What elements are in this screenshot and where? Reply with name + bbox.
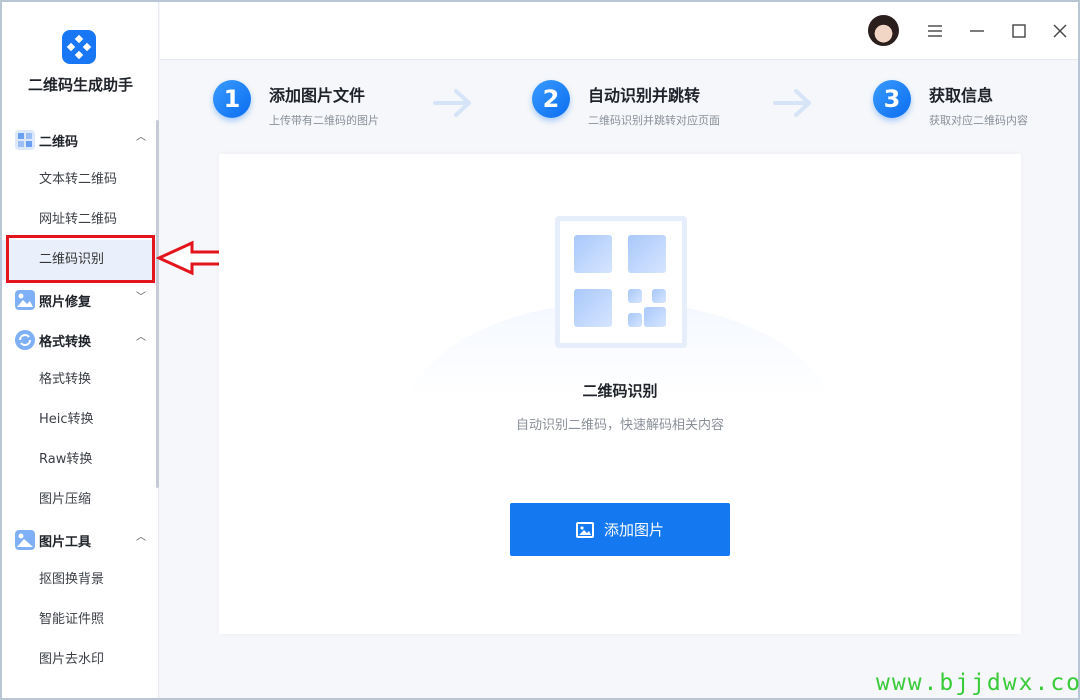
app-logo-icon (62, 30, 96, 64)
step-2: 2 自动识别并跳转 二维码识别并跳转对应页面 (532, 80, 720, 127)
add-image-button[interactable]: 添加图片 (510, 503, 730, 556)
menu-icon[interactable] (924, 20, 946, 42)
upload-card: 二维码识别 自动识别二维码，快速解码相关内容 添加图片 (219, 154, 1021, 634)
chevron-up-icon[interactable]: ︿ (136, 133, 146, 143)
step-title: 自动识别并跳转 (588, 86, 701, 105)
app-window: 二维码生成助手 二维码 ︿ 文本转二维码 网址转二维码 二维码识别 照片修复 ﹀… (2, 2, 1078, 698)
photo-repair-icon (15, 290, 35, 310)
minimize-icon[interactable] (966, 20, 988, 42)
user-avatar[interactable] (868, 15, 899, 46)
qrcode-icon (15, 130, 35, 150)
sidebar-group-label: 图片工具 (39, 534, 92, 550)
sidebar-item-raw-convert[interactable]: Raw转换 (2, 440, 159, 480)
chevron-up-icon[interactable]: ︿ (136, 533, 146, 543)
sidebar-scrollbar[interactable] (156, 120, 159, 488)
step-subtitle: 获取对应二维码内容 (929, 114, 1028, 127)
add-image-button-label: 添加图片 (603, 521, 664, 539)
sidebar-group-image-tools[interactable]: 图片工具 ︿ (2, 520, 159, 560)
sidebar-group-label: 二维码 (39, 134, 79, 150)
chevron-down-icon[interactable]: ﹀ (136, 293, 146, 303)
chevron-up-icon[interactable]: ︿ (136, 333, 146, 343)
annotation-highlight-box (6, 235, 155, 283)
sidebar-nav: 二维码 ︿ 文本转二维码 网址转二维码 二维码识别 照片修复 ﹀ 格式转换 ︿ … (2, 120, 159, 680)
close-icon[interactable] (1049, 20, 1071, 42)
refresh-icon (15, 330, 35, 350)
sidebar-group-label: 格式转换 (39, 334, 92, 350)
sidebar-item-text-to-qrcode[interactable]: 文本转二维码 (2, 160, 159, 200)
sidebar-group-photo-repair[interactable]: 照片修复 ﹀ (2, 280, 159, 320)
maximize-icon[interactable] (1008, 20, 1030, 42)
sidebar-item-cutout-background[interactable]: 抠图换背景 (2, 560, 159, 600)
sidebar-item-heic-convert[interactable]: Heic转换 (2, 400, 159, 440)
step-number: 3 (873, 80, 911, 118)
step-title: 添加图片文件 (269, 86, 366, 105)
sidebar-group-qrcode[interactable]: 二维码 ︿ (2, 120, 159, 160)
step-1: 1 添加图片文件 上传带有二维码的图片 (213, 80, 379, 127)
card-title: 二维码识别 (582, 382, 658, 400)
step-title: 获取信息 (929, 86, 994, 105)
sidebar-group-label: 照片修复 (39, 294, 92, 310)
sidebar-item-image-compress[interactable]: 图片压缩 (2, 480, 159, 520)
steps-bar: 1 添加图片文件 上传带有二维码的图片 2 自动识别并跳转 二维码识别并跳转对应… (160, 60, 1078, 144)
step-subtitle: 上传带有二维码的图片 (269, 114, 379, 127)
watermark-text: www.bjjdwx.com (876, 670, 1080, 696)
image-icon (575, 521, 594, 538)
qrcode-illustration-icon (555, 216, 687, 348)
arrow-right-icon (433, 89, 471, 117)
step-3: 3 获取信息 获取对应二维码内容 (873, 80, 1028, 127)
sidebar-item-format-convert[interactable]: 格式转换 (2, 360, 159, 400)
sidebar-item-remove-watermark[interactable]: 图片去水印 (2, 640, 159, 680)
card-subtitle: 自动识别二维码，快速解码相关内容 (515, 418, 724, 433)
app-title: 二维码生成助手 (27, 76, 133, 94)
image-tool-icon (15, 530, 35, 550)
sidebar: 二维码生成助手 二维码 ︿ 文本转二维码 网址转二维码 二维码识别 照片修复 ﹀… (2, 2, 159, 698)
step-number: 1 (213, 80, 251, 118)
step-subtitle: 二维码识别并跳转对应页面 (588, 114, 720, 127)
arrow-right-icon (773, 89, 811, 117)
sidebar-item-url-to-qrcode[interactable]: 网址转二维码 (2, 200, 159, 240)
title-bar (160, 2, 1078, 60)
step-number: 2 (532, 80, 570, 118)
sidebar-item-id-photo[interactable]: 智能证件照 (2, 600, 159, 640)
sidebar-group-format-convert[interactable]: 格式转换 ︿ (2, 320, 159, 360)
